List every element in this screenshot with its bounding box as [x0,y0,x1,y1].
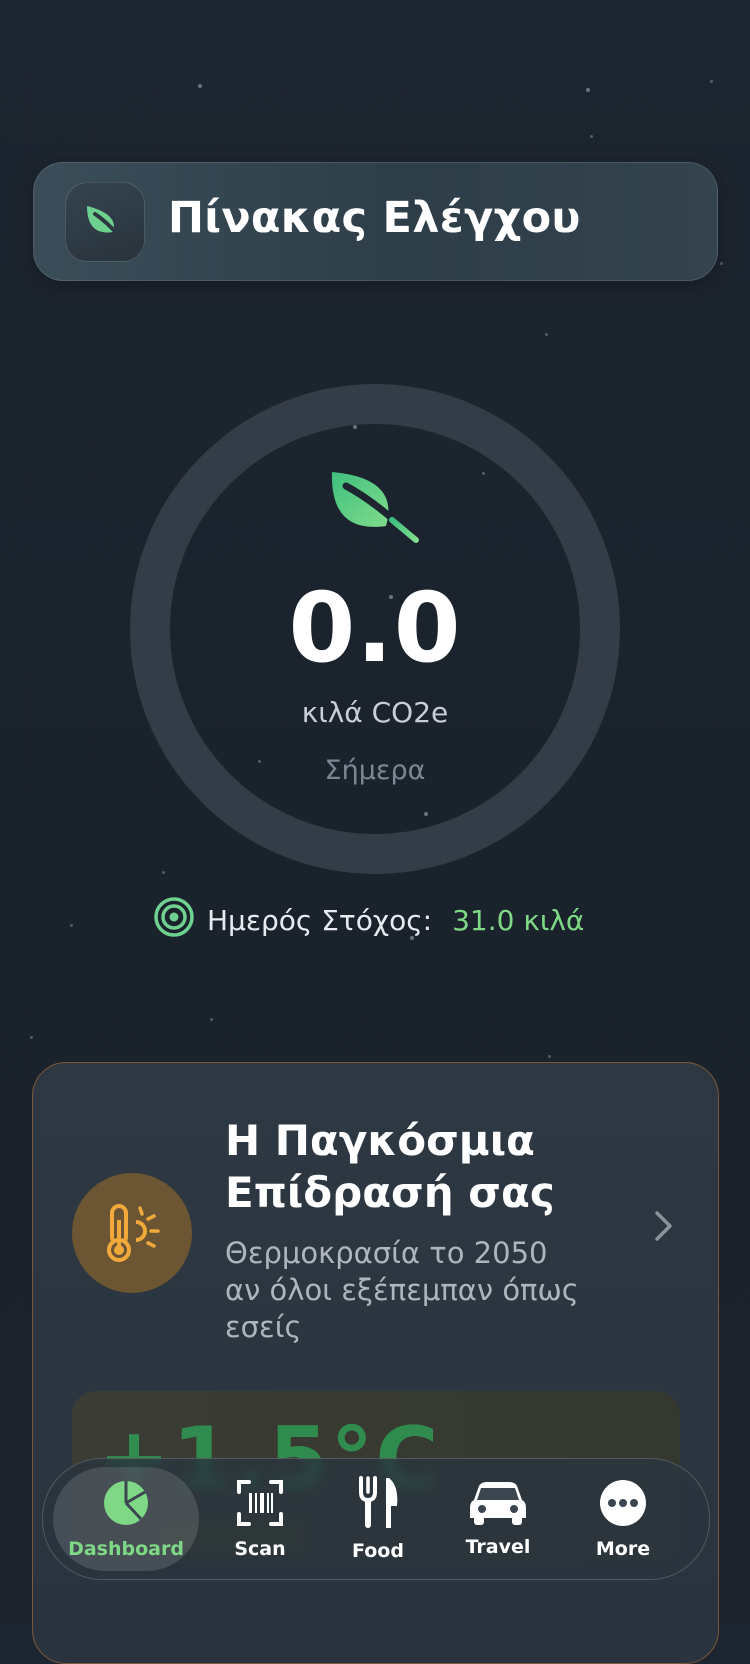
tab-label: More [595,1538,651,1560]
impact-title: Η Παγκόσμια Επίδρασή σας [225,1116,555,1217]
bottom-tab-bar: Dashboard Scan Food Travel More [42,1458,710,1580]
leaf-icon [330,468,420,548]
more-icon [598,1478,648,1532]
today-emissions-value: 0.0 [288,572,462,684]
leaf-icon [65,182,145,262]
chevron-right-icon[interactable] [653,1209,675,1247]
tab-label: Travel [465,1536,531,1558]
thermometer-sun-icon [72,1173,192,1293]
tab-label: Scan [234,1538,286,1560]
tab-scan[interactable]: Scan [210,1459,310,1579]
car-icon [469,1480,527,1530]
tab-dashboard[interactable]: Dashboard [53,1459,199,1579]
goal-label: Ημερός Στόχος: [207,904,433,937]
tab-label: Food [352,1540,404,1562]
barcode-scan-icon [235,1478,285,1532]
fork-knife-icon [353,1476,403,1534]
page-title: Πίνακας Ελέγχου [168,193,581,243]
tab-food[interactable]: Food [328,1459,428,1579]
daily-goal: Ημερός Στόχος: 31.0 κιλά [153,896,584,945]
pie-chart-icon [101,1478,151,1532]
goal-value: 31.0 κιλά [452,904,585,937]
target-icon [153,896,195,945]
impact-description: Θερμοκρασία το 2050 αν όλοι εξέπεμπαν όπ… [225,1236,579,1344]
tab-label: Dashboard [68,1538,184,1560]
today-period-label: Σήμερα [324,755,426,786]
today-emissions-unit: κιλά CO2e [301,696,449,729]
tab-travel[interactable]: Travel [443,1459,553,1579]
header-card: Πίνακας Ελέγχου [33,162,718,281]
tab-more[interactable]: More [563,1459,683,1579]
